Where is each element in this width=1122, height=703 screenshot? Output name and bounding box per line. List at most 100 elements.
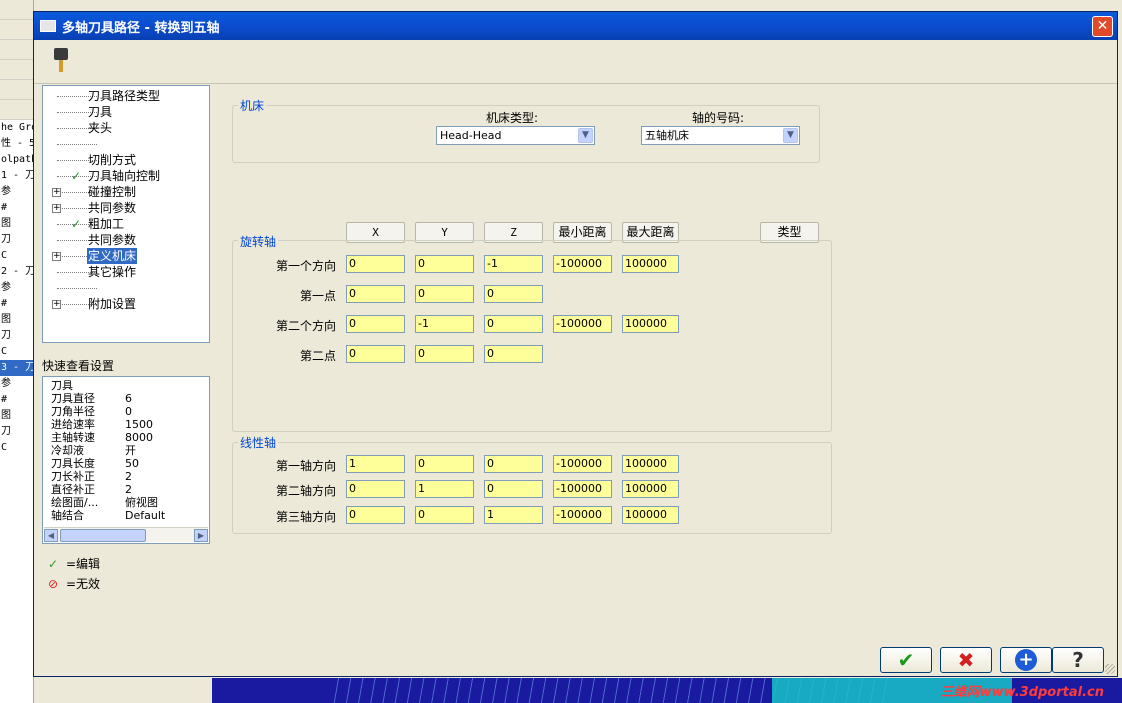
quick-view-key: 绘图面/...: [51, 496, 99, 509]
linear-min-input[interactable]: -100000: [553, 455, 612, 473]
scroll-thumb[interactable]: [60, 529, 146, 542]
help-button[interactable]: ?: [1052, 647, 1104, 673]
linear-min-input[interactable]: -100000: [553, 480, 612, 498]
dialog-toolbar: [34, 40, 1117, 84]
background-tree-line: 2 - 刀: [1, 266, 34, 277]
scroll-right-icon[interactable]: ▶: [194, 529, 208, 542]
quick-view-value: Default: [125, 509, 166, 522]
quick-view-scrollbar[interactable]: ◀ ▶: [44, 527, 208, 542]
linear-x-input[interactable]: 1: [346, 455, 405, 473]
background-tree-line: 参: [1, 378, 11, 389]
rotary-z-input[interactable]: 0: [484, 315, 543, 333]
machine-group-title: 机床: [238, 97, 267, 114]
resize-grip[interactable]: [1105, 664, 1115, 674]
background-tree-line: #: [1, 394, 8, 405]
linear-z-input[interactable]: 0: [484, 480, 543, 498]
background-tree-line: #: [1, 202, 8, 213]
tree-item[interactable]: [43, 136, 209, 152]
linear-z-input[interactable]: 1: [484, 506, 543, 524]
linear-row-label: 第三轴方向: [275, 510, 336, 524]
linear-x-input[interactable]: 0: [346, 480, 405, 498]
tree-item[interactable]: [43, 280, 209, 296]
axis-count-value: 五轴机床: [645, 129, 689, 142]
tree-item[interactable]: 刀具路径类型: [43, 88, 209, 104]
tree-item[interactable]: + 碰撞控制: [43, 184, 209, 200]
linear-min-input[interactable]: -100000: [553, 506, 612, 524]
expand-icon[interactable]: +: [52, 300, 61, 309]
tree-item[interactable]: + 定义机床: [43, 248, 209, 264]
watermark: 三维网www.3dportal.cn: [940, 685, 1104, 700]
tree-item[interactable]: + 附加设置: [43, 296, 209, 312]
close-button[interactable]: ✕: [1092, 16, 1113, 37]
tree-item-label: 切削方式: [88, 153, 137, 167]
tree-item-label: 粗加工: [88, 217, 125, 231]
linear-x-input[interactable]: 0: [346, 506, 405, 524]
tree-item[interactable]: 夹头: [43, 120, 209, 136]
rotary-z-input[interactable]: 0: [484, 345, 543, 363]
quick-view-key: 主轴转速: [51, 431, 95, 444]
rotary-x-input[interactable]: 0: [346, 255, 405, 273]
parameter-tree[interactable]: 刀具路径类型 刀具 夹头 切削方式 ✓ 刀具轴向控制 + 碰撞控制 + 共同参数 ✓ 粗加工 共同参数 +…: [42, 85, 210, 343]
rotary-z-input[interactable]: 0: [484, 285, 543, 303]
rotary-max-input[interactable]: 100000: [622, 255, 679, 273]
rotary-y-input[interactable]: 0: [415, 285, 474, 303]
linear-max-input[interactable]: 100000: [622, 455, 679, 473]
rotary-min-input[interactable]: -100000: [553, 255, 612, 273]
quick-view-row: 主轴转速 8000: [51, 431, 153, 444]
linear-y-input[interactable]: 0: [415, 506, 474, 524]
expand-icon[interactable]: +: [52, 188, 61, 197]
quick-view-row: 刀长补正 2: [51, 470, 132, 483]
tree-item[interactable]: 刀具: [43, 104, 209, 120]
multiaxis-dialog: 多轴刀具路径 - 转换到五轴 ✕ 刀具路径类型 刀具 夹头切削方式 ✓ 刀具轴向控制 + 碰…: [33, 11, 1118, 677]
legend-edit: ✓ =编辑: [48, 555, 100, 572]
tree-item[interactable]: + 共同参数: [43, 200, 209, 216]
linear-max-input[interactable]: 100000: [622, 480, 679, 498]
axis-count-select[interactable]: 五轴机床 ▼: [641, 126, 800, 145]
chevron-down-icon[interactable]: ▼: [783, 128, 798, 143]
linear-z-input[interactable]: 0: [484, 455, 543, 473]
rotary-axis-title: 旋转轴: [238, 233, 279, 250]
expand-icon[interactable]: +: [52, 204, 61, 213]
machine-type-label: 机床类型:: [486, 111, 539, 125]
rotary-y-input[interactable]: 0: [415, 255, 474, 273]
tree-connector: [57, 144, 97, 145]
quick-view-value: 0: [125, 405, 132, 418]
rotary-x-input[interactable]: 0: [346, 345, 405, 363]
rotary-x-input[interactable]: 0: [346, 315, 405, 333]
tree-item-label: 附加设置: [88, 297, 137, 311]
rotary-y-input[interactable]: -1: [415, 315, 474, 333]
rotary-min-input[interactable]: -100000: [553, 315, 612, 333]
tree-item[interactable]: 切削方式: [43, 152, 209, 168]
chevron-down-icon[interactable]: ▼: [578, 128, 593, 143]
background-tree-line: he Gro: [1, 122, 34, 133]
check-icon: ✓: [48, 557, 59, 571]
legend-invalid: ⊘ =无效: [48, 575, 100, 592]
expand-icon[interactable]: +: [52, 252, 61, 261]
quick-view-row: 刀具直径 6: [51, 392, 132, 405]
rotary-z-input[interactable]: -1: [484, 255, 543, 273]
background-tree-line: C: [1, 442, 8, 453]
quick-view-row: 直径补正 2: [51, 483, 132, 496]
rotary-max-input[interactable]: 100000: [622, 315, 679, 333]
cancel-button[interactable]: ✖: [940, 647, 992, 673]
ok-button[interactable]: ✔: [880, 647, 932, 673]
quick-view-row: 绘图面/... 俯视图: [51, 496, 158, 509]
linear-max-input[interactable]: 100000: [622, 506, 679, 524]
tree-item[interactable]: ✓ 刀具轴向控制: [43, 168, 209, 184]
dialog-titlebar[interactable]: 多轴刀具路径 - 转换到五轴 ✕: [34, 12, 1117, 40]
rotary-y-input[interactable]: 0: [415, 345, 474, 363]
rotary-x-input[interactable]: 0: [346, 285, 405, 303]
tree-item[interactable]: 其它操作: [43, 264, 209, 280]
machine-type-select[interactable]: Head-Head ▼: [436, 126, 595, 145]
quick-view-key: 轴结合: [51, 509, 84, 522]
scroll-left-icon[interactable]: ◀: [44, 529, 58, 542]
background-tree-line: 图: [1, 218, 11, 229]
add-button[interactable]: +: [1000, 647, 1052, 673]
tool-holder-icon[interactable]: [54, 48, 68, 74]
linear-y-input[interactable]: 0: [415, 455, 474, 473]
tree-item[interactable]: ✓ 粗加工: [43, 216, 209, 232]
background-tree-line: 性 - 5: [1, 138, 34, 149]
background-app-strip: he Gro 性 - 5 olpath 1 - 刀参 # 图刀 C 2 - 刀参 # 图刀 C 3 -…: [0, 0, 34, 703]
linear-y-input[interactable]: 1: [415, 480, 474, 498]
tree-item[interactable]: 共同参数: [43, 232, 209, 248]
